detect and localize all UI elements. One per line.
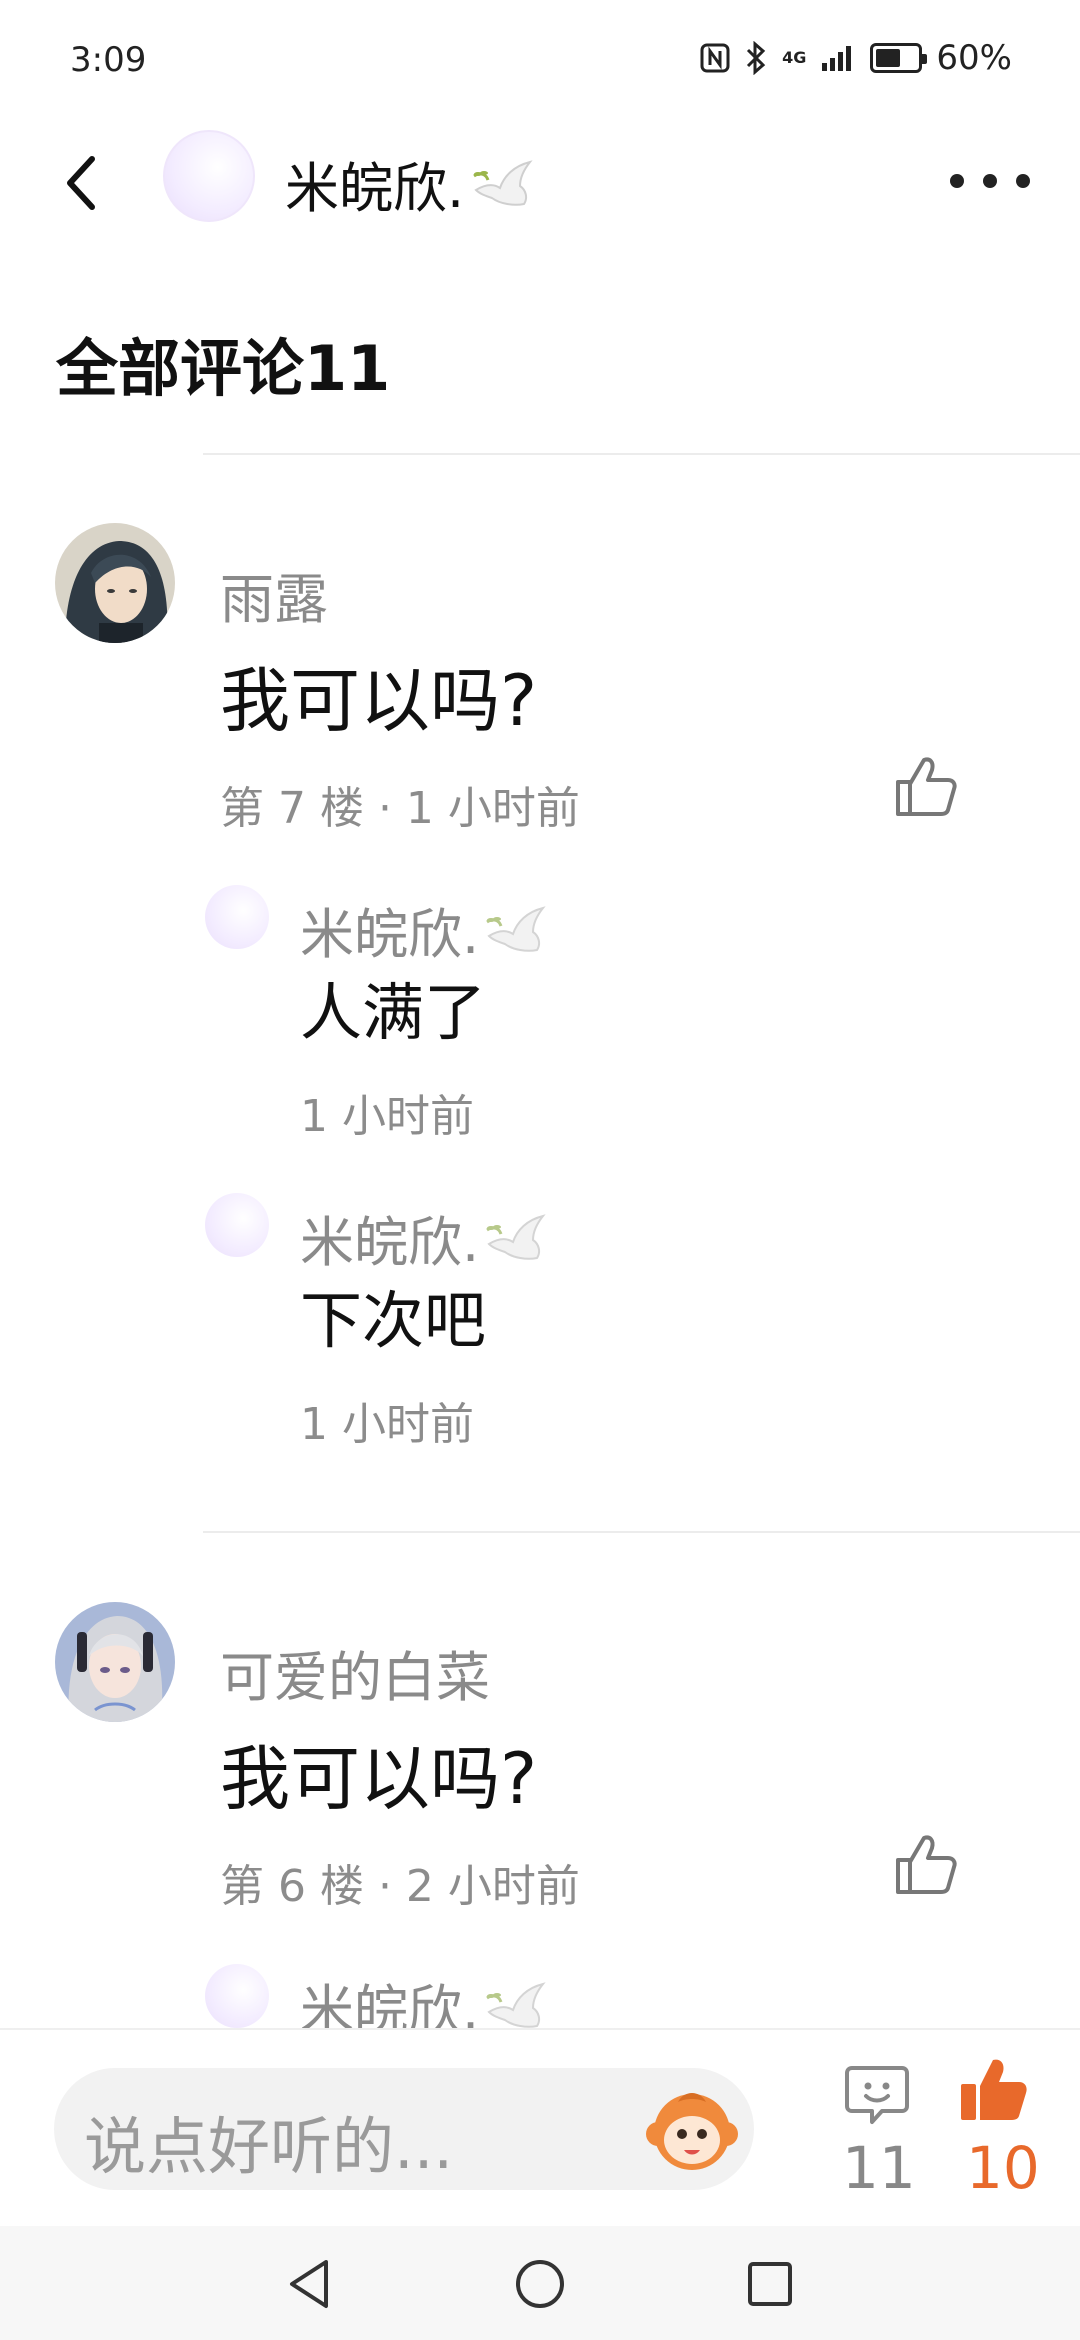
- reply-username[interactable]: 米皖欣.: [300, 1198, 549, 1277]
- header-avatar[interactable]: [163, 130, 255, 222]
- more-options-button[interactable]: [950, 156, 1030, 206]
- dove-icon: [486, 905, 546, 952]
- comment-input-bar: 说点好听的... 11 10: [0, 2028, 1080, 2226]
- bluetooth-icon: [747, 41, 766, 75]
- comment-meta: 第 7 楼 · 1 小时前: [220, 783, 580, 834]
- dove-icon: [473, 159, 533, 206]
- thumbs-up-icon[interactable]: [890, 752, 960, 822]
- battery-percent: 60%: [936, 38, 1012, 78]
- reply-time: 1 小时前: [300, 1399, 474, 1450]
- like-count: 10: [966, 2134, 1040, 2202]
- more-dot-icon: [1016, 174, 1030, 188]
- status-time: 3:09: [70, 40, 147, 80]
- header: 米皖欣.: [0, 120, 1080, 240]
- system-navigation-bar: [0, 2226, 1080, 2340]
- more-dot-icon: [983, 174, 997, 188]
- thumbs-up-icon[interactable]: [890, 1830, 960, 1900]
- reply-avatar[interactable]: [205, 1964, 269, 2028]
- header-username[interactable]: 米皖欣.: [285, 144, 536, 223]
- avatar-dark-hair-illustration: [55, 523, 175, 643]
- reply-username-text: 米皖欣.: [300, 903, 480, 966]
- comments-section-title: 全部评论11: [56, 332, 391, 405]
- status-icons: 4G 60%: [700, 38, 1012, 78]
- commenter-name[interactable]: 可爱的白菜: [220, 1633, 490, 1712]
- signal-icon: [822, 46, 852, 71]
- monkey-emoji-icon[interactable]: [644, 2082, 740, 2178]
- comment-text: 我可以吗?: [220, 660, 538, 742]
- comment-count: 11: [842, 2134, 916, 2202]
- divider: [203, 453, 1080, 455]
- header-username-text: 米皖欣.: [285, 157, 465, 220]
- status-bar: 3:09 4G 60%: [0, 0, 1080, 120]
- avatar-silver-hair-illustration: [55, 1602, 175, 1722]
- commenter-avatar[interactable]: [55, 523, 175, 643]
- reply-avatar[interactable]: [205, 885, 269, 949]
- nav-back-icon[interactable]: [280, 2254, 340, 2314]
- more-dot-icon: [950, 174, 964, 188]
- reply-time: 1 小时前: [300, 1091, 474, 1142]
- divider: [203, 1531, 1080, 1533]
- comment-input-placeholder: 说点好听的...: [84, 2110, 454, 2183]
- comment-input[interactable]: 说点好听的...: [54, 2068, 754, 2190]
- reply-username-text: 米皖欣.: [300, 1211, 480, 1274]
- commenter-avatar[interactable]: [55, 1602, 175, 1722]
- reply-text: 下次吧: [300, 1284, 487, 1357]
- comment-meta: 第 6 楼 · 2 小时前: [220, 1861, 580, 1912]
- thumbs-up-filled-icon[interactable]: [955, 2054, 1031, 2130]
- network-type-label: 4G: [782, 48, 807, 67]
- dove-icon: [486, 1981, 546, 2028]
- nfc-icon: [700, 43, 730, 73]
- reply-avatar[interactable]: [205, 1193, 269, 1257]
- reply-text: 人满了: [300, 976, 487, 1049]
- reply-username[interactable]: 米皖欣.: [300, 890, 549, 969]
- comment-icon[interactable]: [842, 2060, 912, 2130]
- chevron-left-icon: [67, 156, 95, 210]
- battery-icon: [870, 43, 928, 73]
- comment-text: 我可以吗?: [220, 1738, 538, 1820]
- commenter-name[interactable]: 雨露: [220, 555, 328, 634]
- nav-home-icon[interactable]: [510, 2254, 570, 2314]
- nav-recents-icon[interactable]: [740, 2254, 800, 2314]
- back-button[interactable]: [50, 148, 110, 218]
- dove-icon: [486, 1213, 546, 1260]
